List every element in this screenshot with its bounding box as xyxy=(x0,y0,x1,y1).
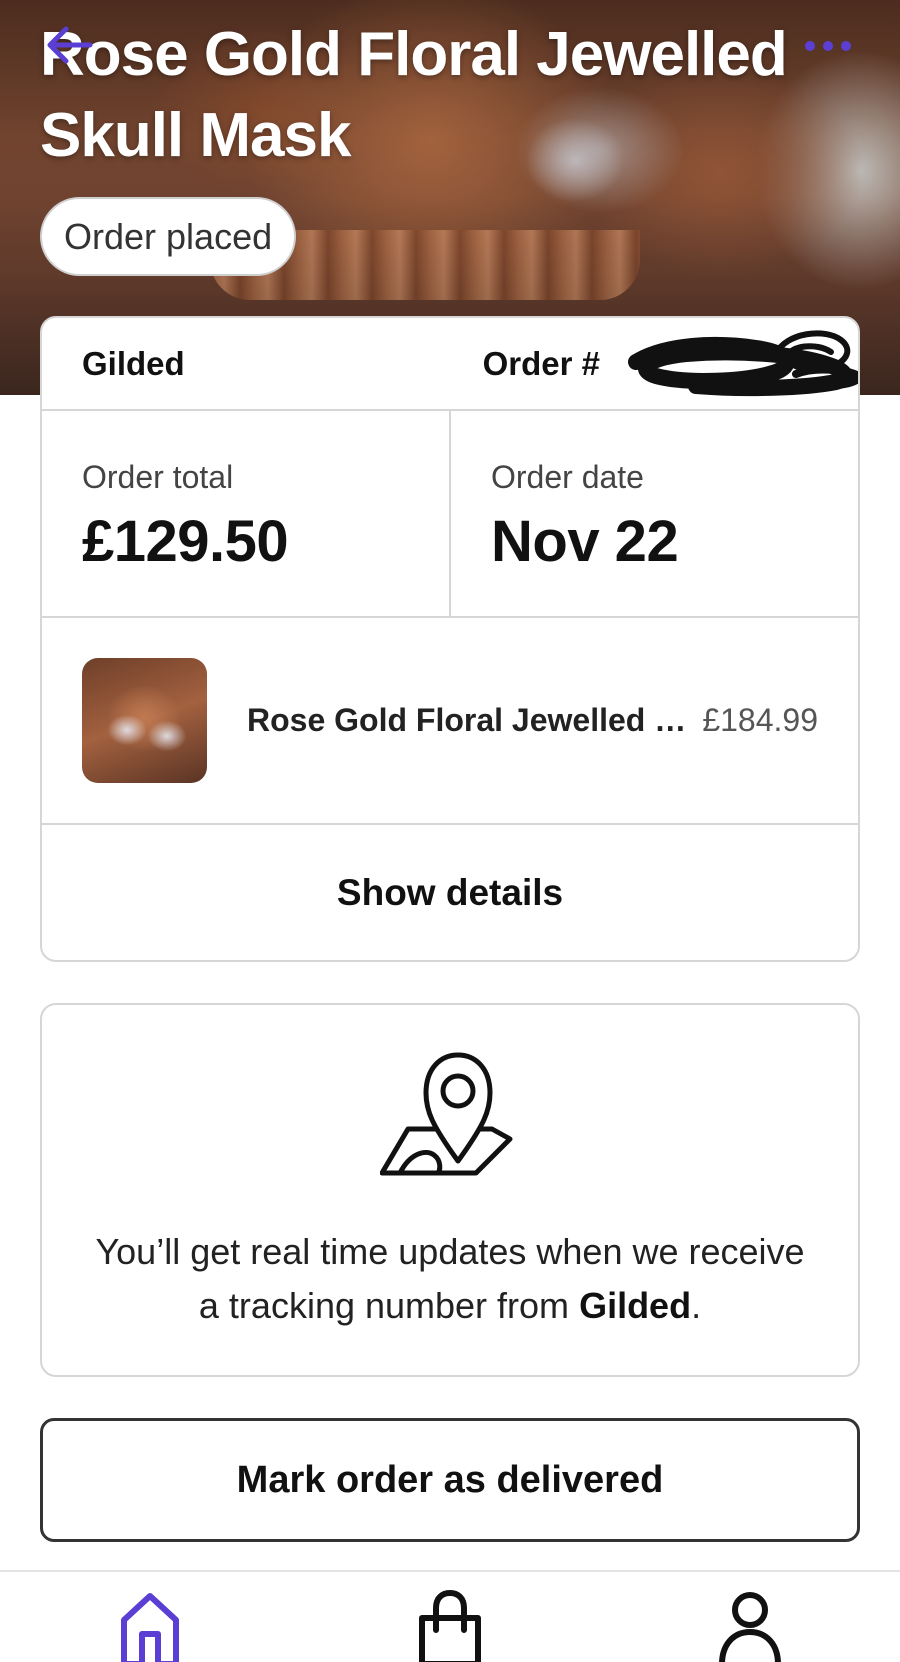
nav-item-home[interactable] xyxy=(115,1590,185,1662)
back-button[interactable] xyxy=(40,20,96,70)
mark-delivered-button[interactable]: Mark order as delivered xyxy=(40,1418,860,1542)
item-price: £184.99 xyxy=(702,702,818,738)
status-badge: Order placed xyxy=(40,197,297,276)
order-total-value: £129.50 xyxy=(82,509,289,574)
shop-name: Gilded xyxy=(82,344,185,382)
map-pin-icon xyxy=(380,1052,513,1176)
item-name: Rose Gold Floral Jewelled Skull Mask xyxy=(247,702,687,738)
order-number: Order # xyxy=(482,344,600,382)
show-details-button[interactable]: Show details xyxy=(42,825,858,960)
order-date-label: Order date xyxy=(491,459,644,495)
profile-icon xyxy=(719,1592,781,1662)
order-total: Order total £129.50 xyxy=(42,411,449,616)
order-card-header: Gilded Order # xyxy=(42,318,858,411)
home-icon xyxy=(121,1593,179,1662)
order-detail-screen: Rose Gold Floral Jewelled Skull Mask Ord… xyxy=(0,0,900,1662)
order-date-value: Nov 22 xyxy=(491,509,679,574)
nav-item-purchases[interactable] xyxy=(415,1590,485,1662)
tracking-message: You’ll get real time updates when we rec… xyxy=(95,1231,805,1326)
more-options-button[interactable] xyxy=(800,28,856,64)
more-horizontal-icon xyxy=(805,41,851,51)
nav-item-profile[interactable] xyxy=(715,1590,785,1662)
order-item-row[interactable]: Rose Gold Floral Jewelled Skull Mask £18… xyxy=(42,618,858,825)
page-title: Rose Gold Floral Jewelled Skull Mask xyxy=(40,20,788,170)
tracking-shop-name: Gilded xyxy=(579,1285,692,1326)
arrow-left-icon xyxy=(47,26,93,64)
order-date: Order date Nov 22 xyxy=(449,411,858,616)
redaction-scribble xyxy=(628,330,858,397)
bottom-navigation xyxy=(0,1570,900,1662)
tracking-info-card: You’ll get real time updates when we rec… xyxy=(40,1003,860,1377)
order-total-label: Order total xyxy=(82,459,234,495)
item-thumbnail xyxy=(82,658,207,783)
order-summary-card: Gilded Order # Order total £129.50 Order… xyxy=(40,316,860,962)
shopping-bag-icon xyxy=(419,1590,481,1662)
